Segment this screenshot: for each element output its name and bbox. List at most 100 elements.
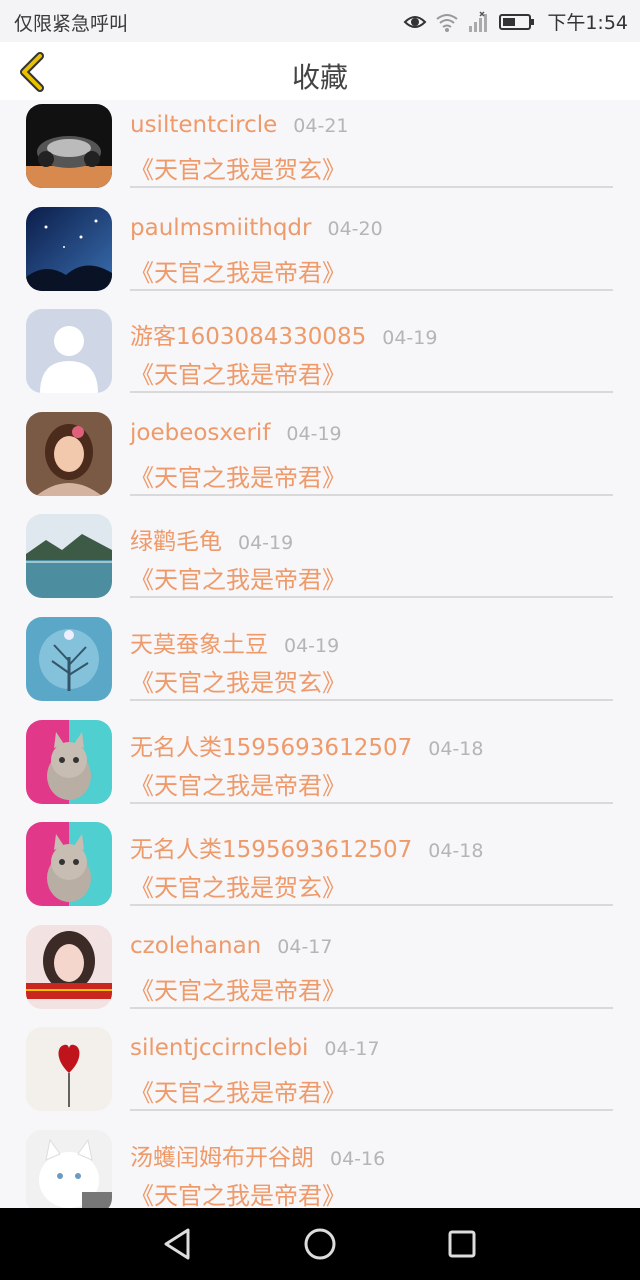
recents-square-icon	[448, 1230, 476, 1258]
favorite-row[interactable]: 汤蠖闰姆布开谷朗 04-16 《天官之我是帝君》	[0, 1126, 640, 1208]
avatar-image	[26, 206, 112, 291]
avatar	[26, 206, 112, 291]
signal-icon	[469, 10, 488, 32]
favorite-row[interactable]: czolehanan 04-17 《天官之我是帝君》	[0, 921, 640, 1024]
favorite-date: 04-16	[330, 1147, 386, 1170]
avatar	[26, 616, 112, 701]
avatar	[26, 309, 112, 394]
system-nav-bar	[0, 1208, 640, 1280]
favorite-row[interactable]: paulmsmiithqdr 04-20 《天官之我是帝君》	[0, 203, 640, 306]
divider	[130, 493, 613, 496]
book-title[interactable]: 《天官之我是贺玄》	[130, 663, 346, 698]
book-title[interactable]: 《天官之我是帝君》	[130, 560, 346, 595]
avatar-image	[26, 616, 112, 701]
username-text: 天莫蚕象土豆	[130, 631, 268, 658]
back-triangle-icon	[164, 1228, 190, 1260]
battery-icon	[499, 13, 535, 30]
username: paulmsmiithqdr 04-20	[130, 215, 383, 241]
status-time: 下午1:54	[547, 12, 628, 34]
avatar	[26, 1129, 112, 1208]
favorite-date: 04-20	[327, 217, 383, 240]
book-title[interactable]: 《天官之我是帝君》	[130, 355, 346, 390]
book-title[interactable]: 《天官之我是帝君》	[130, 1073, 346, 1108]
favorite-date: 04-18	[428, 840, 484, 863]
username-text: 无名人类1595693612507	[130, 734, 413, 761]
username: 无名人类1595693612507 04-18	[130, 830, 483, 864]
divider	[130, 1109, 613, 1112]
favorite-date: 04-17	[324, 1038, 380, 1061]
username: 天莫蚕象土豆 04-19	[130, 625, 339, 659]
book-title[interactable]: 《天官之我是贺玄》	[130, 868, 346, 903]
favorite-row[interactable]: 无名人类1595693612507 04-18 《天官之我是帝君》	[0, 716, 640, 819]
username: silentjccirnclebi 04-17	[130, 1035, 380, 1061]
avatar	[26, 924, 112, 1009]
avatar-image	[26, 924, 112, 1009]
avatar	[26, 822, 112, 907]
divider	[130, 698, 613, 701]
username: joebeosxerif 04-19	[130, 420, 342, 446]
avatar-image	[26, 411, 112, 496]
avatar-image	[26, 309, 112, 394]
username-text: czolehanan	[130, 932, 262, 959]
book-title[interactable]: 《天官之我是贺玄》	[130, 150, 346, 185]
username: usiltentcircle 04-21	[130, 112, 349, 138]
favorite-date: 04-19	[238, 532, 294, 555]
avatar	[26, 104, 112, 188]
favorites-list[interactable]: usiltentcircle 04-21 《天官之我是贺玄》 paulmsmiithq…	[0, 100, 640, 1208]
favorite-row[interactable]: 无名人类1595693612507 04-18 《天官之我是贺玄》	[0, 818, 640, 921]
avatar-image	[26, 822, 112, 907]
username-text: paulmsmiithqdr	[130, 214, 312, 241]
favorite-date: 04-19	[284, 634, 340, 657]
divider	[130, 596, 613, 599]
username: 绿鹳毛龟 04-19	[130, 522, 293, 556]
avatar-image	[26, 1027, 112, 1112]
avatar-image	[26, 514, 112, 599]
favorite-date: 04-19	[382, 327, 438, 350]
wifi-icon	[436, 13, 458, 32]
avatar	[26, 411, 112, 496]
avatar	[26, 514, 112, 599]
avatar-image	[26, 719, 112, 804]
book-title[interactable]: 《天官之我是帝君》	[130, 253, 346, 288]
username-text: 汤蠖闰姆布开谷朗	[130, 1144, 314, 1171]
book-title[interactable]: 《天官之我是帝君》	[130, 1176, 346, 1208]
divider	[130, 904, 613, 907]
avatar-image	[26, 1129, 112, 1208]
username: czolehanan 04-17	[130, 933, 332, 959]
favorite-date: 04-17	[277, 935, 333, 958]
username-text: 无名人类1595693612507	[130, 837, 413, 864]
username-text: 绿鹳毛龟	[130, 529, 222, 556]
avatar	[26, 1027, 112, 1112]
book-title[interactable]: 《天官之我是帝君》	[130, 971, 346, 1006]
divider	[130, 1006, 613, 1009]
username-text: silentjccirnclebi	[130, 1035, 309, 1062]
title-bar: 收藏	[0, 42, 640, 100]
favorite-row[interactable]: 天莫蚕象土豆 04-19 《天官之我是贺玄》	[0, 613, 640, 716]
eye-icon	[403, 15, 427, 28]
favorite-row[interactable]: silentjccirnclebi 04-17 《天官之我是帝君》	[0, 1023, 640, 1126]
nav-home-button[interactable]	[302, 1226, 338, 1262]
divider	[130, 186, 613, 188]
favorite-row[interactable]: 绿鹳毛龟 04-19 《天官之我是帝君》	[0, 510, 640, 613]
favorite-row[interactable]: 游客1603084330085 04-19 《天官之我是帝君》	[0, 305, 640, 408]
carrier-text: 仅限紧急呼叫	[14, 13, 129, 35]
avatar	[26, 719, 112, 804]
favorite-date: 04-21	[293, 115, 349, 137]
status-bar: 仅限紧急呼叫 下午1:54	[0, 0, 640, 42]
favorite-date: 04-18	[428, 737, 484, 760]
avatar-image	[26, 104, 112, 188]
nav-recents-button[interactable]	[444, 1226, 480, 1262]
username-text: joebeosxerif	[130, 419, 271, 446]
divider	[130, 288, 613, 291]
nav-back-button[interactable]	[160, 1226, 196, 1262]
status-icons: 下午1:54	[403, 8, 628, 35]
username: 无名人类1595693612507 04-18	[130, 728, 483, 762]
home-circle-icon	[304, 1228, 336, 1260]
username-text: usiltentcircle	[130, 112, 278, 138]
page-title: 收藏	[291, 61, 348, 94]
book-title[interactable]: 《天官之我是帝君》	[130, 458, 346, 493]
divider	[130, 801, 613, 804]
favorite-row[interactable]: usiltentcircle 04-21 《天官之我是贺玄》	[0, 100, 640, 203]
book-title[interactable]: 《天官之我是帝君》	[130, 766, 346, 801]
favorite-row[interactable]: joebeosxerif 04-19 《天官之我是帝君》	[0, 408, 640, 511]
